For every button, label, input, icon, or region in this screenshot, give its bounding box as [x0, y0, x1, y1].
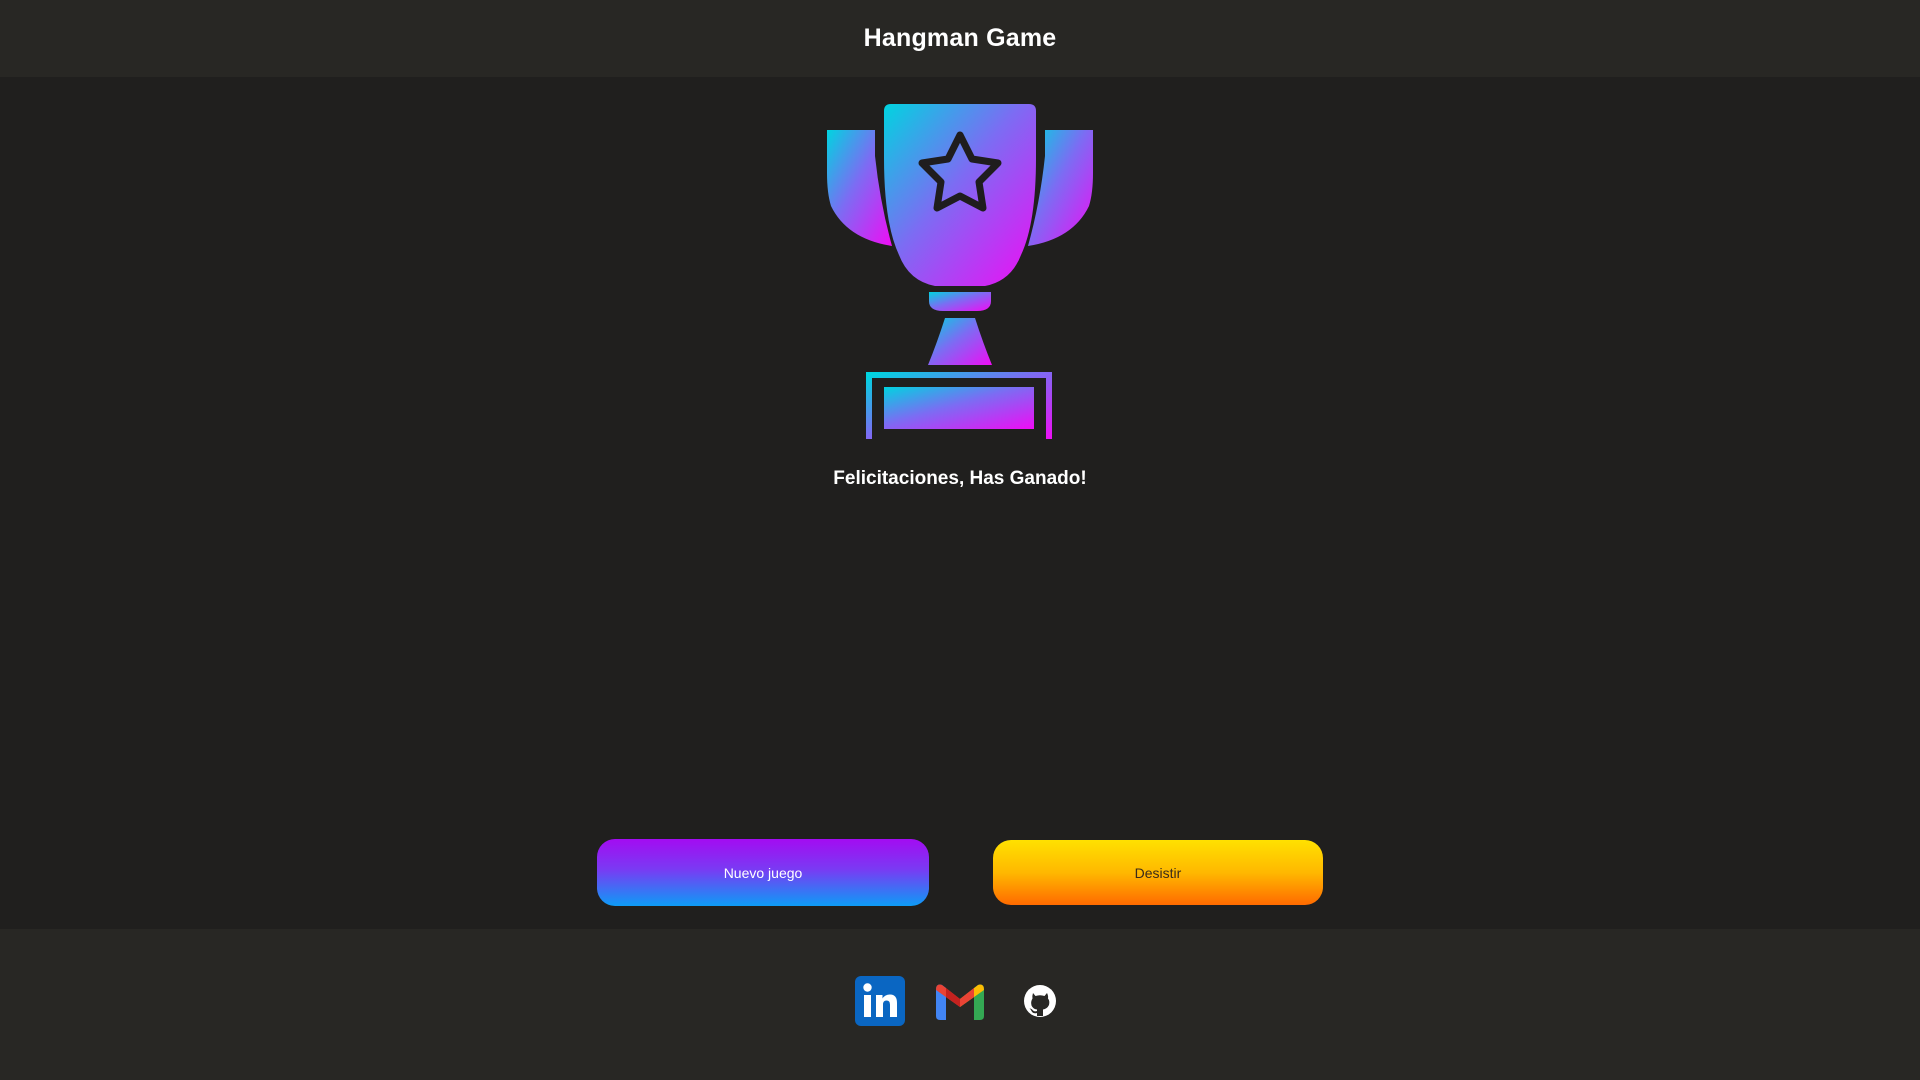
quit-button-label: Desistir	[1134, 864, 1182, 881]
main-content: Felicitaciones, Has Ganado! Nuevo juego …	[0, 77, 1920, 929]
github-link[interactable]	[1015, 978, 1065, 1028]
quit-button[interactable]: Desistir	[993, 840, 1323, 905]
new-game-button-label: Nuevo juego	[723, 864, 803, 881]
app-title: Hangman Game	[863, 23, 1057, 52]
footer	[0, 929, 1920, 1080]
linkedin-link[interactable]	[855, 975, 905, 1031]
gmail-link[interactable]	[935, 978, 985, 1028]
github-icon	[1022, 983, 1058, 1024]
linkedin-icon	[855, 975, 905, 1031]
page: Hangman Game Felicitaciones, Has Ganado!…	[0, 0, 1920, 1080]
app-header: Hangman Game	[0, 0, 1920, 77]
win-message: Felicitaciones, Has Ganado!	[833, 468, 1087, 489]
new-game-button[interactable]: Nuevo juego	[597, 839, 929, 906]
trophy-icon	[825, 103, 1095, 439]
gmail-icon	[935, 976, 985, 1031]
